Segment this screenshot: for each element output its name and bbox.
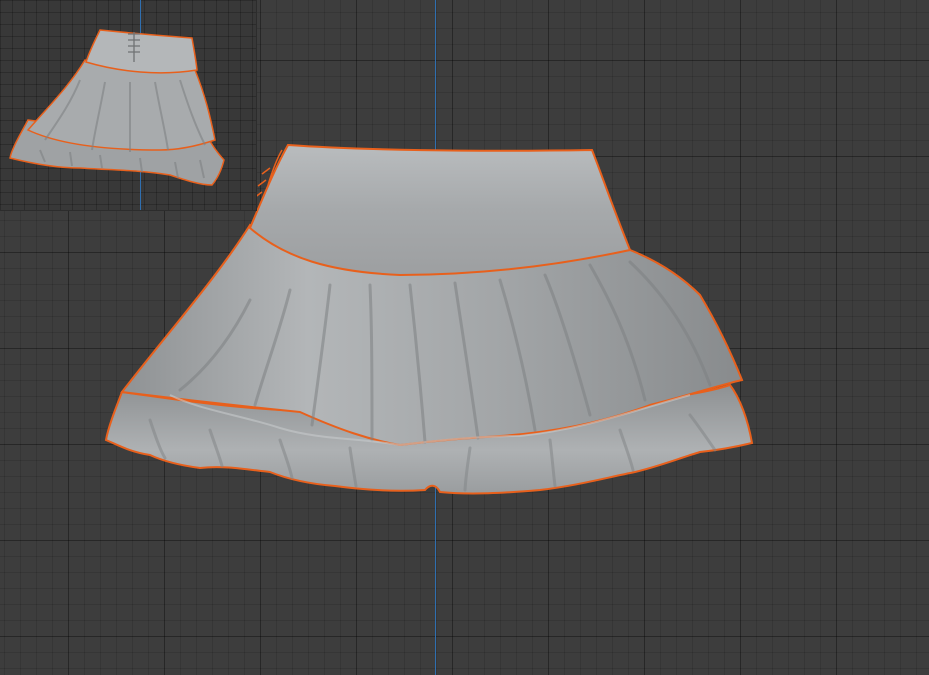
camera-skirt-waistband <box>85 29 198 74</box>
camera-skirt-body <box>26 59 216 151</box>
skirt-waistband <box>248 143 632 277</box>
3d-viewport[interactable] <box>0 0 929 675</box>
camera-skirt-mesh <box>9 29 225 186</box>
camera-preview-panel[interactable] <box>0 0 257 211</box>
